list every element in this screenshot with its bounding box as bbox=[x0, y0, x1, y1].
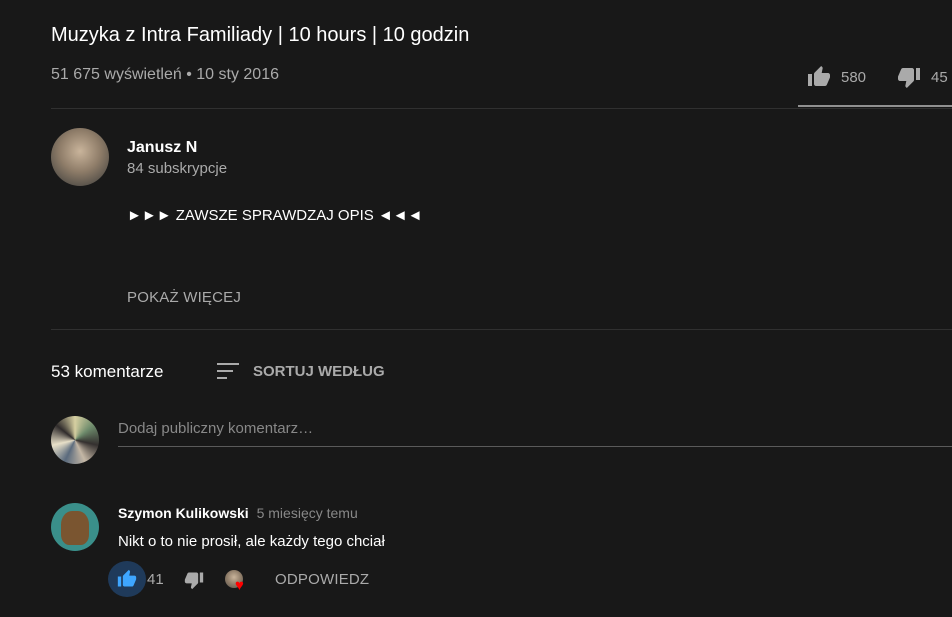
reply-button[interactable]: ODPOWIEDZ bbox=[275, 571, 369, 588]
avatar-bear-image bbox=[61, 511, 89, 545]
thumb-down-icon bbox=[898, 68, 920, 88]
user-avatar bbox=[51, 416, 99, 464]
show-more-button[interactable]: POKAŻ WIĘCEJ bbox=[127, 289, 241, 306]
sort-button[interactable]: SORTUJ WEDŁUG bbox=[217, 360, 385, 382]
channel-avatar[interactable] bbox=[51, 128, 109, 186]
comment-text: Nikt o to nie prosił, ale każdy tego chc… bbox=[118, 533, 385, 550]
video-title: Muzyka z Intra Familiady | 10 hours | 10… bbox=[51, 24, 470, 46]
sort-label: SORTUJ WEDŁUG bbox=[253, 362, 385, 380]
comment-header: Szymon Kulikowski 5 miesięcy temu bbox=[118, 505, 358, 521]
like-count: 580 bbox=[841, 68, 867, 86]
comment-input[interactable]: Dodaj publiczny komentarz… bbox=[118, 418, 952, 447]
thumb-down-icon bbox=[184, 572, 204, 590]
comment-dislike-button[interactable] bbox=[184, 570, 204, 595]
creator-heart-badge: ♥ bbox=[225, 570, 253, 594]
video-page: Muzyka z Intra Familiady | 10 hours | 10… bbox=[0, 0, 952, 617]
heart-icon: ♥ bbox=[235, 577, 244, 594]
thumb-up-icon bbox=[117, 569, 137, 587]
comment-author[interactable]: Szymon Kulikowski bbox=[118, 505, 249, 521]
comment-like-button[interactable] bbox=[108, 561, 146, 597]
subscriber-count: 84 subskrypcje bbox=[127, 160, 228, 177]
like-button[interactable]: 580 bbox=[807, 63, 866, 91]
meta-separator: • bbox=[186, 66, 192, 83]
dislike-count: 45 bbox=[931, 68, 948, 86]
video-description: ►►► ZAWSZE SPRAWDZAJ OPIS ◄◄◄ bbox=[127, 207, 423, 224]
commenter-avatar[interactable] bbox=[51, 503, 99, 551]
comment-timestamp[interactable]: 5 miesięcy temu bbox=[257, 505, 358, 521]
divider bbox=[51, 329, 952, 330]
thumb-up-icon bbox=[808, 66, 830, 86]
upload-date: 10 sty 2016 bbox=[196, 66, 279, 83]
sort-icon bbox=[217, 363, 239, 379]
channel-name[interactable]: Janusz N bbox=[127, 139, 197, 157]
sentiment-bar bbox=[798, 105, 952, 107]
divider bbox=[51, 108, 952, 109]
dislike-button[interactable]: 45 bbox=[897, 63, 948, 91]
video-meta: 51 675 wyświetleń • 10 sty 2016 bbox=[51, 66, 279, 84]
comment-like-count: 41 bbox=[147, 571, 164, 588]
comment-count: 53 komentarze bbox=[51, 362, 164, 381]
view-count: 51 675 wyświetleń bbox=[51, 66, 182, 83]
